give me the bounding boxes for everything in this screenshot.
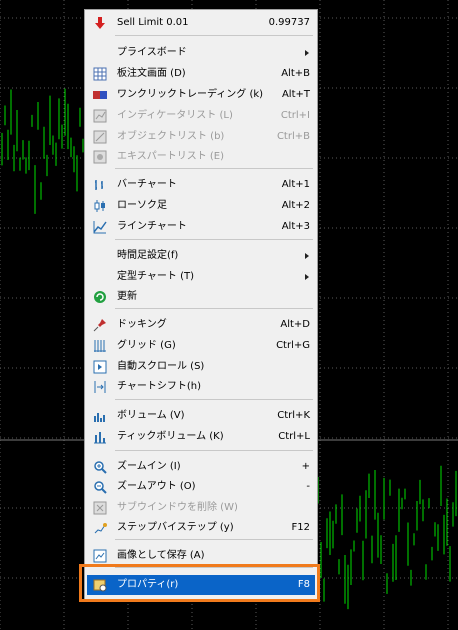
- menu-item-shortcut: Alt+B: [281, 68, 310, 79]
- menu-item-submenu-10[interactable]: 時間足設定(f): [87, 246, 315, 266]
- menu-item-label: ティックボリューム (K): [117, 431, 224, 442]
- menu-separator: [115, 308, 313, 309]
- menu-item-label: サブウインドウを削除 (W): [117, 502, 238, 513]
- tick-volume-icon: [93, 430, 107, 444]
- menu-item-label: ドッキング: [117, 319, 167, 330]
- menu-item-label: 自動スクロール (S): [117, 361, 205, 372]
- step-icon: [93, 521, 107, 535]
- bar-chart-icon: [93, 178, 107, 192]
- menu-item-candle[interactable]: ローソク足 Alt+2: [87, 196, 315, 216]
- menu-item-shortcut: -: [306, 481, 310, 492]
- menu-item-label: ズームイン (I): [117, 461, 181, 472]
- line-chart-icon: [93, 220, 107, 234]
- indicator-list-icon: [93, 109, 107, 123]
- menu-item-tick-volume[interactable]: ティックボリューム (K) Ctrl+L: [87, 427, 315, 447]
- menu-item-save-image[interactable]: 画像として保存 (A): [87, 546, 315, 566]
- annotation-highlight-box: [79, 564, 320, 602]
- menu-item-shortcut: Ctrl+B: [276, 131, 310, 142]
- menu-item-shortcut: Ctrl+G: [276, 340, 310, 351]
- save-image-icon: [93, 549, 107, 563]
- menu-item-submenu-11[interactable]: 定型チャート (T): [87, 267, 315, 287]
- order-book-icon: [93, 67, 107, 81]
- menu-item-autoscroll[interactable]: 自動スクロール (S): [87, 357, 315, 377]
- menu-item-shortcut: Alt+2: [281, 200, 310, 211]
- menu-item-shortcut: Alt+T: [281, 89, 310, 100]
- menu-item-submenu-1[interactable]: プライスボード: [87, 43, 315, 63]
- menu-separator: [115, 539, 313, 540]
- menu-item-label: ローソク足: [117, 200, 167, 211]
- menu-item-grid[interactable]: グリッド (G) Ctrl+G: [87, 336, 315, 356]
- submenu-arrow-icon: [305, 253, 309, 259]
- menu-item-order-book[interactable]: 板注文画面 (D) Alt+B: [87, 64, 315, 84]
- menu-item-shortcut: +: [301, 461, 310, 472]
- menu-item-line-chart[interactable]: ラインチャート Alt+3: [87, 217, 315, 237]
- volume-icon: [93, 409, 107, 423]
- menu-item-pin[interactable]: ドッキング Alt+D: [87, 315, 315, 335]
- menu-item-label: 更新: [117, 291, 137, 302]
- menu-item-shortcut: Ctrl+K: [277, 410, 310, 421]
- menu-item-bar-chart[interactable]: バーチャート Alt+1: [87, 175, 315, 195]
- menu-item-label: ボリューム (V): [117, 410, 185, 421]
- autoscroll-icon: [93, 360, 107, 374]
- menu-item-shortcut: Ctrl+L: [278, 431, 310, 442]
- menu-item-refresh[interactable]: 更新: [87, 287, 315, 307]
- chart-shift-icon: [93, 380, 107, 394]
- candle-icon: [93, 199, 107, 213]
- menu-item-object-list[interactable]: オブジェクトリスト (b) Ctrl+B: [87, 127, 315, 147]
- menu-item-label: プライスボード: [117, 47, 187, 58]
- menu-item-shortcut: Alt+D: [280, 319, 310, 330]
- menu-item-sell-arrow[interactable]: Sell Limit 0.01 0.99737: [87, 13, 315, 33]
- submenu-arrow-icon: [305, 274, 309, 280]
- one-click-icon: [93, 88, 107, 102]
- menu-item-shortcut: F12: [291, 522, 310, 533]
- context-menu: Sell Limit 0.01 0.99737 プライスボード 板注文画面 (D) Al…: [84, 9, 318, 600]
- menu-item-label: グリッド (G): [117, 340, 176, 351]
- zoom-out-icon: [93, 480, 107, 494]
- object-list-icon: [93, 130, 107, 144]
- menu-item-label: オブジェクトリスト (b): [117, 131, 225, 142]
- menu-item-step[interactable]: ステップバイステップ (y) F12: [87, 518, 315, 538]
- menu-item-label: 時間足設定(f): [117, 250, 179, 261]
- menu-item-indicator-list[interactable]: インディケータリスト (L) Ctrl+I: [87, 106, 315, 126]
- menu-separator: [115, 168, 313, 169]
- menu-item-expert-list[interactable]: エキスパートリスト (E): [87, 147, 315, 167]
- pin-icon: [93, 318, 107, 332]
- menu-item-label: 定型チャート (T): [117, 271, 194, 282]
- menu-separator: [115, 399, 313, 400]
- menu-item-label: エキスパートリスト (E): [117, 151, 224, 162]
- expert-list-icon: [93, 150, 107, 164]
- menu-item-shortcut: Ctrl+I: [280, 110, 310, 121]
- menu-item-label: バーチャート: [117, 179, 177, 190]
- menu-item-label: ステップバイステップ (y): [117, 522, 234, 533]
- grid-icon: [93, 339, 107, 353]
- menu-item-zoom-in[interactable]: ズームイン (I) +: [87, 457, 315, 477]
- submenu-arrow-icon: [305, 50, 309, 56]
- sell-arrow-icon: [93, 16, 107, 30]
- menu-separator: [115, 239, 313, 240]
- menu-item-label: ズームアウト (O): [117, 481, 196, 492]
- menu-item-one-click[interactable]: ワンクリックトレーディング (k) Alt+T: [87, 85, 315, 105]
- menu-item-label: インディケータリスト (L): [117, 110, 233, 121]
- menu-item-chart-shift[interactable]: チャートシフト(h): [87, 377, 315, 397]
- menu-item-label: ワンクリックトレーディング (k): [117, 89, 264, 100]
- menu-item-label: チャートシフト(h): [117, 381, 202, 392]
- menu-item-delete-subwindow[interactable]: サブウインドウを削除 (W): [87, 498, 315, 518]
- menu-item-zoom-out[interactable]: ズームアウト (O) -: [87, 477, 315, 497]
- menu-separator: [115, 450, 313, 451]
- zoom-in-icon: [93, 460, 107, 474]
- menu-item-volume[interactable]: ボリューム (V) Ctrl+K: [87, 406, 315, 426]
- menu-item-shortcut: Alt+3: [281, 221, 310, 232]
- menu-item-label: 板注文画面 (D): [117, 68, 186, 79]
- menu-item-shortcut: Alt+1: [281, 179, 310, 190]
- delete-subwindow-icon: [93, 501, 107, 515]
- menu-separator: [115, 35, 313, 36]
- menu-item-label: Sell Limit 0.01: [117, 17, 189, 28]
- menu-item-label: ラインチャート: [117, 221, 187, 232]
- menu-item-shortcut: 0.99737: [268, 17, 310, 28]
- menu-item-label: 画像として保存 (A): [117, 550, 205, 561]
- refresh-icon: [93, 290, 107, 304]
